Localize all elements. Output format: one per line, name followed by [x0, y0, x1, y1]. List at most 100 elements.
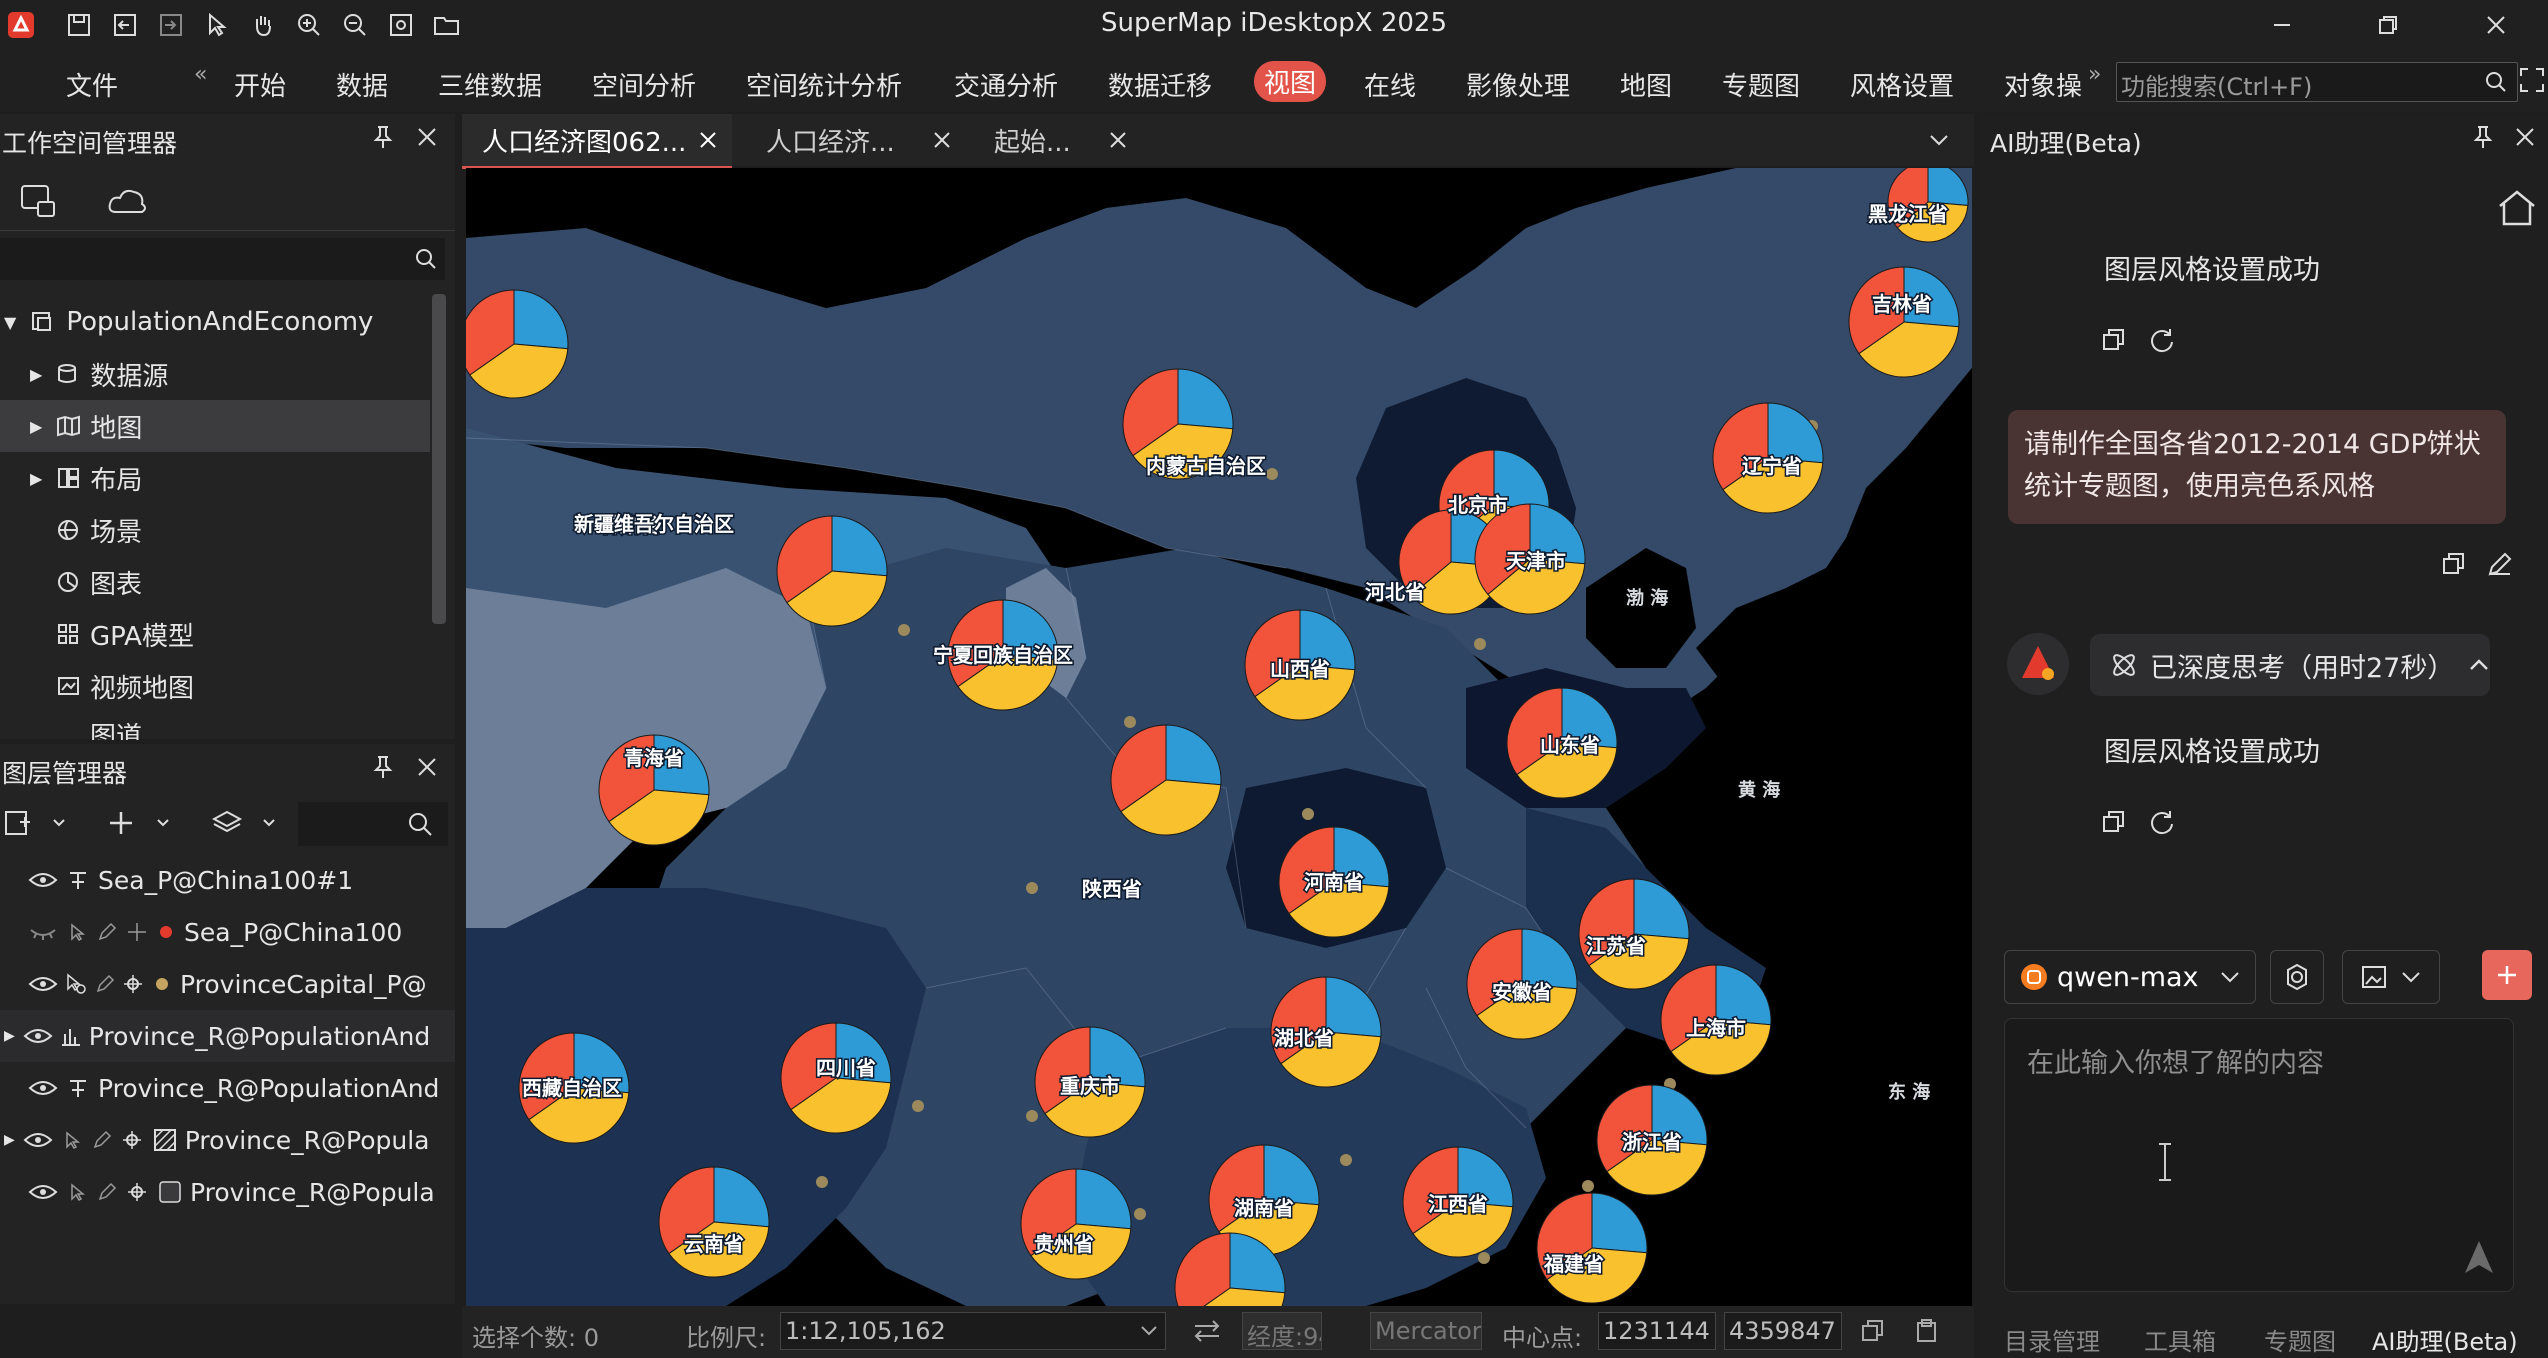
menu-data-migration[interactable]: 数据迁移: [1108, 66, 1212, 103]
new-chat-button[interactable]: [2482, 950, 2532, 1000]
full-extent-icon[interactable]: [384, 8, 418, 42]
expand-right-icon[interactable]: ▶: [30, 365, 42, 384]
layer-row[interactable]: ▶ Province_R@Popula: [0, 1114, 455, 1166]
tab-toolbox[interactable]: 工具箱: [2144, 1322, 2216, 1357]
visible-eye-icon[interactable]: [28, 1182, 58, 1202]
attach-image-dropdown[interactable]: [2342, 950, 2440, 1004]
capital-city-point[interactable]: [1266, 468, 1278, 480]
zoom-out-icon[interactable]: [338, 8, 372, 42]
visible-eye-icon[interactable]: [28, 974, 58, 994]
collapse-right-icon[interactable]: »: [2088, 62, 2101, 87]
tree-item-partial[interactable]: 图道: [0, 710, 430, 740]
capital-city-point[interactable]: [1026, 1110, 1038, 1122]
selectable-cursor-icon[interactable]: [63, 1130, 83, 1150]
menu-file[interactable]: 文件: [66, 66, 118, 103]
tab-catalog[interactable]: 目录管理: [2004, 1322, 2100, 1357]
close-window-button[interactable]: [2466, 4, 2526, 46]
workspace-search-input[interactable]: [0, 238, 445, 280]
expand-down-icon[interactable]: ▼: [4, 313, 16, 332]
editable-pencil-icon[interactable]: [94, 973, 116, 995]
ai-chat-input[interactable]: 在此输入你想了解的内容: [2004, 1018, 2514, 1292]
tab-ai-assistant[interactable]: AI助理(Beta): [2372, 1322, 2518, 1357]
fullscreen-icon[interactable]: [2518, 66, 2546, 98]
selectable-cursor-icon[interactable]: [68, 922, 88, 942]
regenerate-icon[interactable]: [2148, 326, 2176, 358]
tree-item-video-map[interactable]: 视频地图: [0, 660, 430, 712]
capital-city-point[interactable]: [1134, 1208, 1146, 1220]
regenerate-icon[interactable]: [2148, 808, 2176, 840]
layer-row[interactable]: Sea_P@China100: [0, 906, 455, 958]
export-icon[interactable]: [154, 8, 188, 42]
copy-icon[interactable]: [2440, 550, 2468, 582]
pin-icon[interactable]: [2470, 124, 2496, 154]
layer-row[interactable]: ▶ Province_R@PopulationAnd: [0, 1010, 455, 1062]
close-panel-icon[interactable]: [414, 124, 440, 154]
hidden-eye-icon[interactable]: [28, 922, 58, 942]
snap-cross-icon[interactable]: [126, 921, 148, 943]
tree-item-chart[interactable]: 图表: [0, 556, 430, 608]
menu-online[interactable]: 在线: [1364, 66, 1416, 103]
tab-start-page[interactable]: 起始...: [974, 114, 1154, 166]
capital-city-point[interactable]: [1026, 882, 1038, 894]
save-icon[interactable]: [62, 8, 96, 42]
close-panel-icon[interactable]: [2512, 124, 2538, 154]
workspace-scrollbar[interactable]: [432, 294, 446, 624]
scale-input[interactable]: 1:12,105,162: [780, 1312, 1166, 1350]
menu-start[interactable]: 开始: [234, 66, 286, 103]
minimize-button[interactable]: [2252, 4, 2312, 46]
layer-row[interactable]: Province_R@Popula: [0, 1166, 455, 1218]
copy-icon[interactable]: [2100, 326, 2128, 358]
expand-right-icon[interactable]: ▶: [30, 469, 42, 488]
capital-city-point[interactable]: [1302, 808, 1314, 820]
swap-arrows-icon[interactable]: [1192, 1318, 1222, 1350]
tab-list-dropdown-icon[interactable]: [1926, 128, 1952, 156]
tree-item-map[interactable]: ▶ 地图: [0, 400, 430, 452]
close-tab-icon[interactable]: [1108, 130, 1128, 150]
map-svg[interactable]: 渤 海 黄 海 东 海 甘肃省 陕西省 新疆维吾尔自治区内蒙古自治区黑龙江省吉林…: [466, 168, 1972, 1306]
add-item-dropdown-icon[interactable]: [106, 808, 176, 842]
visible-eye-icon[interactable]: [28, 870, 58, 890]
pan-hand-icon[interactable]: [246, 8, 280, 42]
capital-city-point[interactable]: [816, 1176, 828, 1188]
editable-pencil-icon[interactable]: [96, 921, 118, 943]
add-layer-dropdown-icon[interactable]: [4, 808, 68, 842]
menu-object[interactable]: 对象操: [2004, 66, 2082, 103]
pie-13-slice-blue[interactable]: [1633, 878, 1690, 940]
send-icon[interactable]: [2459, 1237, 2499, 1277]
workspace-tree-tab-icon[interactable]: [18, 182, 58, 224]
capital-city-point[interactable]: [1478, 1252, 1490, 1264]
snap-target-icon[interactable]: [121, 1129, 143, 1151]
selectable-cursor-icon[interactable]: [68, 1182, 88, 1202]
map-canvas[interactable]: 渤 海 黄 海 东 海 甘肃省 陕西省 新疆维吾尔自治区 内蒙古自治区 黑龙江省 吉林…: [466, 168, 1972, 1306]
menu-3d-data[interactable]: 三维数据: [438, 66, 542, 103]
capital-city-point[interactable]: [912, 1100, 924, 1112]
restore-button[interactable]: [2358, 4, 2418, 46]
pin-icon[interactable]: [370, 124, 396, 154]
layer-search-input[interactable]: [298, 802, 448, 846]
tab-thematic[interactable]: 专题图: [2264, 1322, 2336, 1357]
pin-icon[interactable]: [370, 754, 396, 784]
menu-view[interactable]: 视图: [1254, 61, 1327, 102]
menu-thematic[interactable]: 专题图: [1722, 66, 1800, 103]
close-panel-icon[interactable]: [414, 754, 440, 784]
function-search-input[interactable]: 功能搜索(Ctrl+F): [2116, 62, 2518, 102]
import-icon[interactable]: [108, 8, 142, 42]
menu-data[interactable]: 数据: [336, 66, 388, 103]
copy-coords-icon[interactable]: [1860, 1318, 1886, 1350]
model-select[interactable]: qwen-max: [2004, 950, 2256, 1004]
visible-eye-icon[interactable]: [28, 1078, 58, 1098]
zoom-in-icon[interactable]: [292, 8, 326, 42]
open-folder-icon[interactable]: [430, 8, 464, 42]
editable-pencil-icon[interactable]: [91, 1129, 113, 1151]
home-icon[interactable]: [2496, 188, 2538, 232]
close-tab-icon[interactable]: [698, 130, 718, 150]
tree-item-layout[interactable]: ▶ 布局: [0, 452, 430, 504]
snap-target-icon[interactable]: [122, 973, 144, 995]
capital-city-point[interactable]: [1474, 638, 1486, 650]
center-x-input[interactable]: 1231144: [1598, 1312, 1716, 1350]
collapse-left-icon[interactable]: «: [194, 62, 207, 87]
deep-thinking-toggle[interactable]: 已深度思考（用时27秒）: [2090, 634, 2490, 696]
layers-stack-dropdown-icon[interactable]: [211, 808, 282, 842]
visible-eye-icon[interactable]: [23, 1130, 53, 1150]
editable-pencil-icon[interactable]: [96, 1181, 118, 1203]
